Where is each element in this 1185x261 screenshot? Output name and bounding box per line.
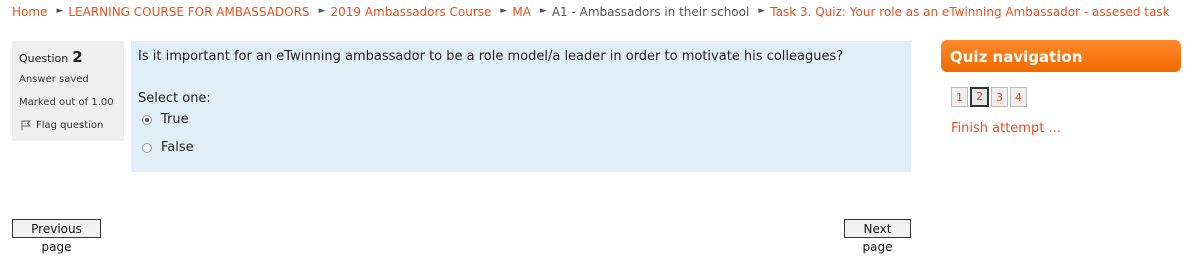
quiz-nav-question-2[interactable]: 2 <box>970 87 989 107</box>
triangle-right-icon: ► <box>56 6 64 16</box>
breadcrumb-task3-quiz[interactable]: Task 3. Quiz: Your role as an eTwinning … <box>770 5 1169 19</box>
answer-option-label: False <box>161 140 194 155</box>
triangle-right-icon: ► <box>539 6 547 16</box>
breadcrumb-home[interactable]: Home <box>12 5 47 19</box>
previous-page-button[interactable]: Previous page <box>12 219 101 254</box>
question-text: Is it important for an eTwinning ambassa… <box>138 49 844 64</box>
quiz-navigation-title: Quiz navigation <box>941 40 1181 72</box>
question-number-value: 2 <box>72 48 83 66</box>
question-info: Question 2 Answer saved Marked out of 1.0… <box>12 41 124 141</box>
quiz-nav-question-3[interactable]: 3 <box>991 87 1008 107</box>
answer-option-true[interactable]: True <box>142 112 189 127</box>
answer-option-false[interactable]: False <box>142 140 194 155</box>
triangle-right-icon: ► <box>758 6 766 16</box>
radio-false[interactable] <box>142 142 152 153</box>
question-grade: Marked out of 1.00 <box>19 97 114 108</box>
breadcrumb-a1-section: A1 - Ambassadors in their school <box>551 5 750 19</box>
triangle-right-icon: ► <box>318 6 326 16</box>
flag-icon <box>21 120 31 131</box>
radio-true[interactable] <box>142 114 152 125</box>
select-one-prompt: Select one: <box>138 91 211 106</box>
question-content: Is it important for an eTwinning ambassa… <box>131 41 911 172</box>
breadcrumb: Home ► LEARNING COURSE FOR AMBASSADORS ►… <box>12 4 1170 20</box>
triangle-right-icon: ► <box>500 6 508 16</box>
question-number: Question 2 <box>19 48 83 66</box>
next-page-button[interactable]: Next page <box>844 219 911 254</box>
flag-question-label: Flag question <box>36 120 104 131</box>
quiz-nav-question-1[interactable]: 1 <box>951 87 968 107</box>
breadcrumb-ma[interactable]: MA <box>512 5 531 19</box>
answer-option-label: True <box>161 112 189 127</box>
question-state: Answer saved <box>19 74 89 85</box>
flag-question-button[interactable]: Flag question <box>21 120 103 131</box>
breadcrumb-learning-course[interactable]: LEARNING COURSE FOR AMBASSADORS <box>68 5 309 19</box>
breadcrumb-2019-course[interactable]: 2019 Ambassadors Course <box>330 5 491 19</box>
quiz-navigation-buttons: 1 2 3 4 <box>951 87 1029 107</box>
finish-attempt-link[interactable]: Finish attempt ... <box>951 121 1061 136</box>
quiz-nav-question-4[interactable]: 4 <box>1010 87 1027 107</box>
question-label: Question <box>19 52 69 65</box>
